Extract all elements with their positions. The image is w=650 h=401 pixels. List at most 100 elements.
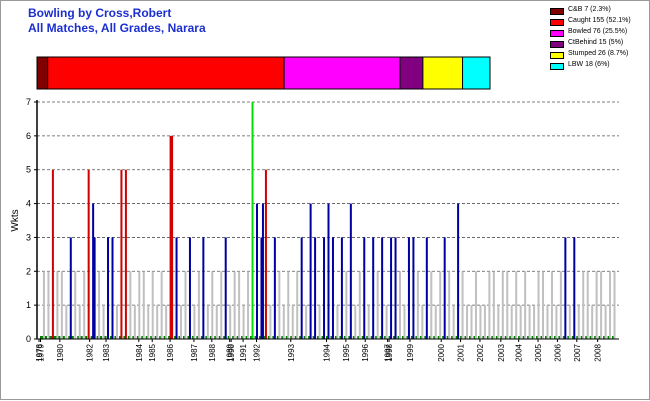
bar-zero: [352, 336, 356, 339]
bar: [211, 271, 214, 339]
bar: [577, 305, 580, 339]
bar-zero: [285, 336, 289, 339]
bar-zero: [469, 336, 472, 339]
x-tick-label: 1996: [361, 343, 370, 361]
bar: [613, 271, 616, 339]
bar: [564, 237, 567, 339]
y-tick-label: 4: [26, 199, 31, 209]
bar-zero: [576, 336, 579, 339]
legend-label: Stumped 26 (8.7%): [568, 50, 629, 57]
x-tick-label: 2008: [594, 343, 603, 361]
bar: [171, 135, 174, 339]
bar-zero: [330, 336, 333, 339]
x-tick-label: 1998: [385, 343, 394, 361]
bar: [457, 203, 460, 339]
bar-zero: [141, 336, 144, 339]
bar-zero: [348, 336, 351, 339]
bar: [220, 271, 223, 339]
legend-label: LBW 18 (6%): [568, 61, 610, 68]
bar: [573, 237, 576, 339]
bar: [264, 169, 267, 339]
bar-zero: [218, 336, 222, 339]
bar: [273, 237, 276, 339]
bar-zero: [80, 336, 83, 339]
bar-zero: [104, 336, 107, 339]
bar: [555, 305, 558, 339]
bar: [56, 271, 59, 339]
bar-zero: [384, 336, 387, 339]
bar-zero: [343, 336, 347, 339]
x-tick-label: 1992: [252, 343, 261, 361]
bar: [519, 305, 522, 339]
bar: [515, 271, 518, 339]
bar: [309, 203, 312, 339]
legend-swatch: [550, 30, 564, 37]
bar-zero: [245, 336, 249, 339]
bar: [78, 305, 81, 339]
bar-zero: [145, 336, 149, 339]
bar: [506, 271, 509, 339]
bar-zero: [527, 336, 530, 339]
bar-zero: [491, 336, 494, 339]
x-tick-label: 1978: [35, 343, 44, 361]
bar: [98, 271, 101, 339]
y-tick-label: 6: [26, 131, 31, 141]
x-tick-label: 1983: [102, 343, 111, 361]
bar: [124, 169, 127, 339]
bar-zero: [312, 336, 316, 339]
bar: [314, 237, 317, 339]
bar: [233, 271, 236, 339]
bar-zero: [294, 336, 298, 339]
bar-zero: [375, 336, 378, 339]
bar-zero: [241, 336, 244, 339]
bar: [138, 271, 141, 339]
bar: [546, 305, 549, 339]
bar-zero: [317, 336, 320, 339]
bar-zero: [96, 336, 100, 339]
x-tick-label: 1979: [36, 343, 45, 361]
bar: [439, 271, 442, 339]
bar-zero: [90, 336, 94, 339]
x-tick-label: 1980: [56, 343, 65, 361]
bar: [197, 271, 200, 339]
bar: [394, 237, 397, 339]
bar: [87, 169, 90, 339]
bar-zero: [424, 336, 427, 339]
bar: [461, 271, 464, 339]
bar: [559, 271, 562, 339]
x-tick-label: 2005: [534, 343, 543, 361]
bar: [474, 271, 477, 339]
bar-zero: [607, 336, 611, 339]
x-tick-label: 1989: [226, 343, 235, 361]
bar-zero: [163, 336, 167, 339]
bar-zero: [536, 336, 539, 339]
legend-swatch: [550, 41, 564, 48]
bar: [510, 305, 513, 339]
bar-zero: [437, 336, 441, 339]
strip-segment-stumped: [422, 56, 464, 90]
bar: [318, 305, 321, 339]
chart-frame: Bowling by Cross,Robert All Matches, All…: [0, 0, 650, 400]
bar: [247, 271, 250, 339]
x-tick-label: 1987: [190, 343, 199, 361]
x-tick-label: 1990: [227, 343, 236, 361]
bar-zero: [406, 336, 409, 339]
bar: [604, 305, 607, 339]
bar: [591, 305, 594, 339]
bar: [358, 271, 361, 339]
bar: [238, 271, 241, 339]
bar-zero: [446, 336, 450, 339]
bar-zero: [276, 336, 280, 339]
bar-zero: [442, 336, 445, 339]
bar: [568, 305, 571, 339]
bar-zero: [549, 336, 552, 339]
bar-zero: [509, 336, 512, 339]
bar-zero: [589, 336, 593, 339]
bar: [180, 305, 183, 339]
x-tick-label: 1988: [208, 343, 217, 361]
x-tick-label: 1994: [323, 343, 332, 361]
bar-zero: [110, 336, 113, 339]
bar-zero: [178, 336, 182, 339]
bar-zero: [339, 336, 342, 339]
bar: [184, 271, 187, 339]
